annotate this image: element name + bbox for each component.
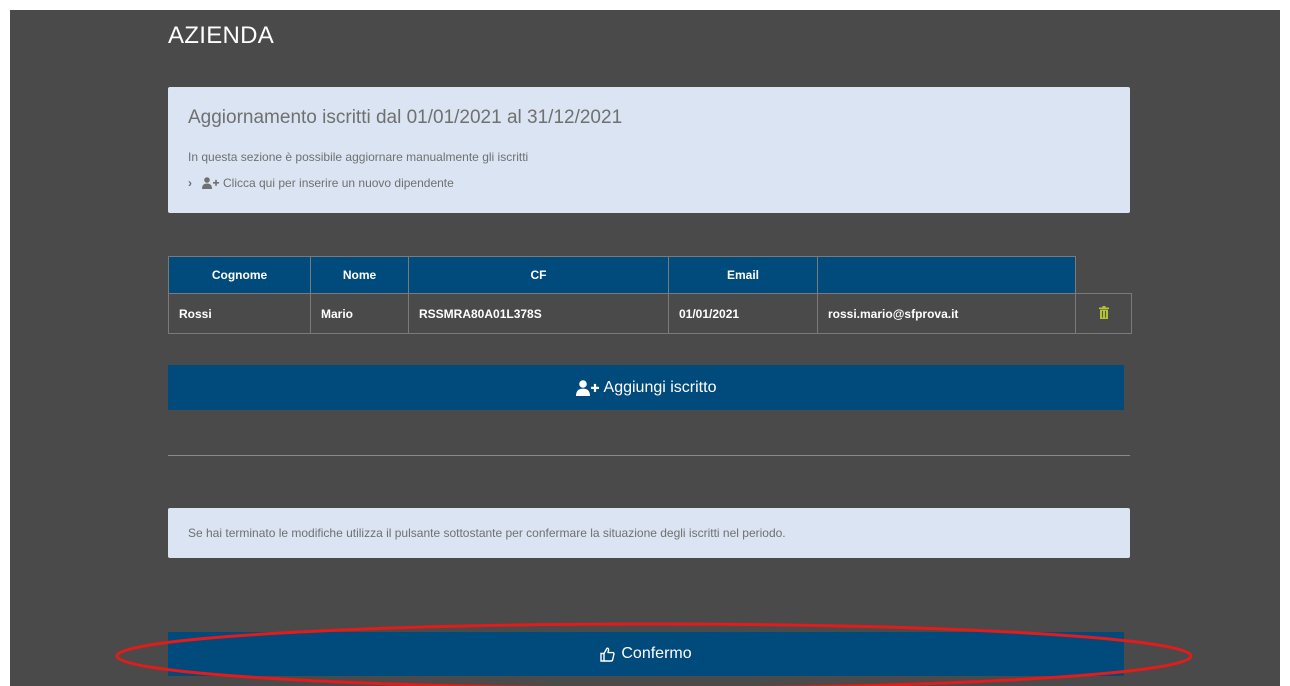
column-header-cognome[interactable]: Cognome [168, 256, 311, 294]
column-header-nome[interactable]: Nome [310, 256, 409, 294]
column-header-actions [1075, 256, 1132, 294]
user-plus-icon [575, 379, 600, 396]
cell-cognome: Rossi [168, 293, 311, 334]
table-row: Rossi Mario RSSMRA80A01L378S 01/01/2021 … [168, 293, 1132, 334]
cell-cf: RSSMRA80A01L378S [408, 293, 669, 334]
subscribers-table: Cognome Nome CF Email Rossi Mario RSSMRA… [168, 256, 1132, 334]
thumbs-up-icon [600, 646, 616, 662]
chevron-right-icon: › [188, 176, 192, 190]
info-description: In questa sezione è possibile aggiornare… [188, 150, 529, 164]
page-title: AZIENDA [168, 22, 275, 49]
add-employee-link-label: Clicca qui per inserire un nuovo dipende… [223, 176, 454, 190]
column-header-extra [817, 256, 1076, 294]
table-header-row: Cognome Nome CF Email [168, 256, 1132, 294]
add-subscriber-label: Aggiungi iscritto [603, 378, 717, 396]
cell-date: 01/01/2021 [668, 293, 818, 334]
cell-email: rossi.mario@sfprova.it [817, 293, 1076, 334]
info-heading: Aggiornamento iscritti dal 01/01/2021 al… [188, 107, 623, 128]
confirm-note-text: Se hai terminato le modifiche utilizza i… [188, 526, 786, 540]
add-subscriber-button[interactable]: Aggiungi iscritto [168, 365, 1124, 410]
column-header-email[interactable]: Email [668, 256, 818, 294]
column-header-cf[interactable]: CF [408, 256, 669, 294]
confirm-button[interactable]: Confermo [168, 632, 1124, 676]
confirm-note: Se hai terminato le modifiche utilizza i… [168, 508, 1130, 558]
trash-icon [1098, 305, 1109, 322]
delete-row-button[interactable] [1075, 293, 1132, 334]
user-plus-icon [202, 177, 219, 189]
divider [168, 455, 1130, 456]
info-box: Aggiornamento iscritti dal 01/01/2021 al… [168, 87, 1130, 213]
cell-nome: Mario [310, 293, 409, 334]
add-employee-link[interactable]: › Clicca qui per inserire un nuovo dipen… [188, 176, 454, 190]
confirm-label: Confermo [621, 645, 692, 662]
